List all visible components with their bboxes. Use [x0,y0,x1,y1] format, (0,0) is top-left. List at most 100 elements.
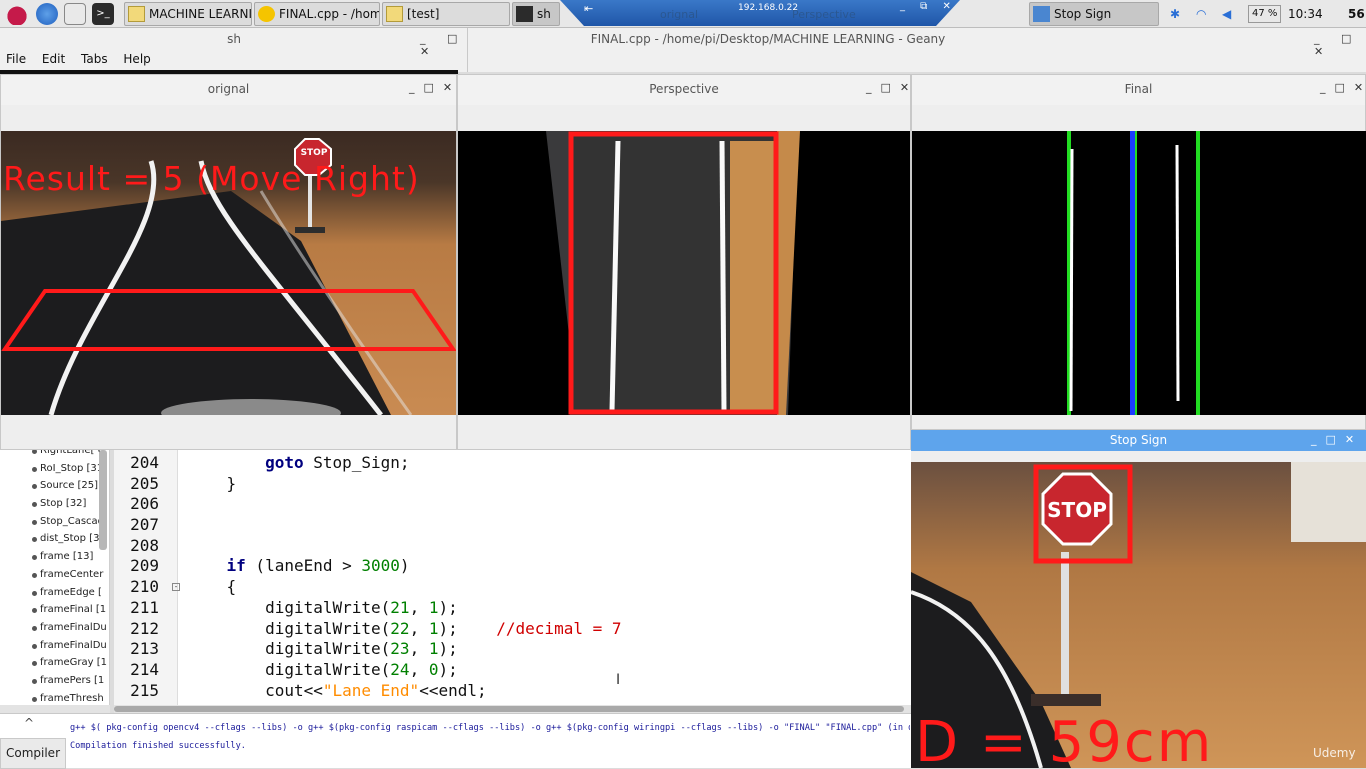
menu-file[interactable]: File [6,52,26,66]
line-number: 213 [130,639,159,659]
symbol-item[interactable]: Stop_Cascad [0,513,109,531]
code-line[interactable]: { [188,577,622,598]
code-token-c: , [409,639,429,659]
symbol-label: frame [13] [40,551,94,563]
code-token-b: ); [438,618,458,638]
code-line[interactable]: cout<<"Lane End"<<endl; [188,681,622,702]
volume-icon[interactable]: ◀ [1222,4,1231,24]
sidebar-scrollbar[interactable] [99,450,107,550]
task-perspective[interactable]: Perspective [792,8,856,21]
symbol-item[interactable]: frame [13] [0,548,109,566]
stop-sign-titlebar[interactable]: Stop Sign _□✕ [911,430,1366,451]
collapse-icon[interactable]: ^ [24,716,34,730]
menu-tabs[interactable]: Tabs [81,52,108,66]
code-line[interactable]: digitalWrite(24, 0); [188,660,622,681]
orignal-window: orignal _□✕ STOP Result = 5 (Move Right) [0,74,457,450]
terminal-window: sh _ □ ✕ File Edit Tabs Help [0,28,468,74]
code-token-str: "Lane End" [322,680,420,700]
symbol-bullet-icon [32,661,37,667]
symbol-label: RightLane[ 6 [40,450,104,456]
browser-globe-icon[interactable] [36,3,58,25]
wifi-icon[interactable]: ◠ [1196,4,1206,24]
pin-icon[interactable]: ⇤ [584,2,593,15]
code-line[interactable]: goto Stop_Sign; [188,453,622,474]
code-lines[interactable]: goto Stop_Sign; } if (laneEnd > 3000) { … [188,453,622,701]
symbol-item[interactable]: frameGray [1 [0,654,109,672]
symbol-item[interactable]: frameCenter [0,566,109,584]
symbol-item[interactable]: Stop [32] [0,495,109,513]
file-manager-icon[interactable] [64,3,86,25]
stop-sign-window-buttons[interactable]: _□✕ [1311,433,1363,446]
task-sh[interactable]: sh [512,2,560,26]
code-line[interactable] [188,494,622,515]
code-line[interactable] [188,515,622,536]
final-window-buttons[interactable]: _□✕ [1320,81,1366,94]
code-editor[interactable]: 204 205 206 207 208 209 210 211 212 213 214 215 - g… [114,450,911,705]
symbol-label: frameFinalDu [40,621,107,633]
code-line[interactable] [188,536,622,557]
code-token-c: , [409,659,429,679]
code-token-indent [188,453,265,472]
symbol-label: Stop_Cascad [40,515,105,527]
line-number-gutter: 204 205 206 207 208 209 210 211 212 213 214 215 [114,450,178,705]
task-geany[interactable]: FINAL.cpp - /home... [254,2,380,26]
perspective-titlebar[interactable]: Perspective _□✕ [458,75,910,105]
menu-edit[interactable]: Edit [42,52,65,66]
clock[interactable]: 10:34 [1288,4,1323,24]
symbol-bullet-icon [32,678,37,684]
perspective-window: Perspective _□✕ [457,74,911,450]
symbol-item[interactable]: RoI_Stop [31 [0,460,109,478]
udemy-watermark: Udemy [1313,746,1356,760]
folder-icon [128,6,145,22]
stop-sign-window: Stop Sign _□✕ STOP D = 59cm Udemy [911,430,1366,768]
tab-compiler[interactable]: Compiler [0,738,66,769]
terminal-icon[interactable]: >_ [92,3,114,25]
code-line[interactable]: } [188,474,622,495]
code-line[interactable]: digitalWrite(21, 1); [188,598,622,619]
sidebar-horizontal-scrollbar[interactable] [0,705,110,713]
symbol-bullet-icon [32,466,37,472]
menu-help[interactable]: Help [123,52,150,66]
symbol-bullet-icon [32,555,37,561]
symbol-item[interactable]: frameFinal [1 [0,601,109,619]
editor-horizontal-scrollbar[interactable] [114,705,911,713]
symbol-label: framePers [1 [40,674,105,686]
terminal-window-buttons[interactable]: _ □ ✕ [420,32,467,58]
code-token-indent [188,681,265,700]
task-test[interactable]: [test] [382,2,510,26]
symbol-label: Stop [32] [40,498,87,510]
task-stop-sign[interactable]: Stop Sign [1029,2,1159,26]
raspberry-menu-icon[interactable] [6,3,28,25]
orignal-window-buttons[interactable]: _□✕ [409,81,461,94]
task-orignal[interactable]: orignal [660,8,698,21]
symbol-item[interactable]: Source [25] [0,477,109,495]
code-line[interactable]: digitalWrite(23, 1); [188,639,622,660]
symbol-item[interactable]: dist_Stop [33 [0,530,109,548]
code-token-n1: 23 [390,639,410,659]
taskbar: >_ MACHINE LEARNI... FINAL.cpp - /home..… [0,0,1366,28]
vnc-window-buttons[interactable]: _ ⧉ ✕ [900,1,957,12]
code-line[interactable]: digitalWrite(22, 1); //decimal = 7 [188,618,621,640]
bluetooth-icon[interactable]: ✱ [1170,4,1180,24]
symbol-item[interactable]: frameFinalDu [0,619,109,637]
geany-window-buttons[interactable]: _ □ ✕ [1314,32,1366,58]
final-title: Final [1124,82,1153,96]
line-number: 215 [130,680,159,700]
fold-marker[interactable]: - [172,583,180,591]
battery-indicator[interactable]: 47 % [1248,5,1282,23]
symbol-item[interactable]: frameEdge [ [0,584,109,602]
symbol-bullet-icon [32,537,37,543]
symbol-label: frameCenter [40,568,104,580]
symbol-item[interactable]: frameThresh [0,690,109,705]
geany-icon [258,6,275,22]
code-line[interactable]: if (laneEnd > 3000) [188,556,622,577]
symbol-item[interactable]: frameFinalDu [0,637,109,655]
symbol-item[interactable]: RightLane[ 6 [0,450,109,460]
task-machine-learning[interactable]: MACHINE LEARNI... [124,2,252,26]
final-titlebar[interactable]: Final _□✕ [912,75,1365,105]
orignal-titlebar[interactable]: orignal _□✕ [1,75,456,105]
terminal-menubar: File Edit Tabs Help [6,52,163,66]
vnc-toolbar[interactable]: ⇤ 192.168.0.22 orignal Perspective _ ⧉ ✕ [560,0,960,26]
symbol-item[interactable]: framePers [1 [0,672,109,690]
code-token-indent [188,619,265,638]
